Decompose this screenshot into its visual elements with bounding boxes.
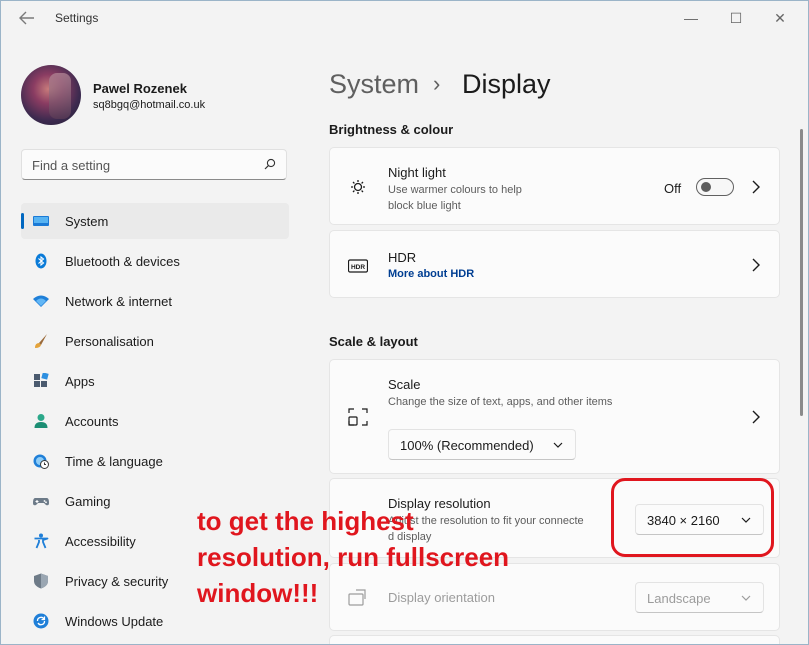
hdr-card[interactable]: HDR HDR More about HDR bbox=[329, 230, 780, 298]
update-icon bbox=[33, 613, 49, 629]
scale-desc: Change the size of text, apps, and other… bbox=[388, 396, 613, 408]
settings-window: Settings — ☐ ✕ Pawel Rozenek sq8bgq@hotm… bbox=[0, 0, 809, 645]
chevron-right-icon[interactable] bbox=[751, 410, 761, 424]
annotation-line-2: resolution, run fullscreen bbox=[197, 542, 510, 572]
minimize-button[interactable]: — bbox=[681, 9, 701, 27]
hdr-icon: HDR bbox=[348, 259, 368, 273]
night-light-toggle[interactable] bbox=[696, 178, 734, 196]
page-title: Display bbox=[462, 69, 551, 99]
scale-dropdown-value: 100% (Recommended) bbox=[400, 438, 534, 453]
sidebar-item-label: Accounts bbox=[65, 414, 119, 429]
back-arrow-icon[interactable] bbox=[19, 11, 39, 27]
orientation-dropdown: Landscape bbox=[635, 582, 764, 613]
night-light-card[interactable]: Night light Use warmer colours to help b… bbox=[329, 147, 780, 225]
more-about-hdr-link[interactable]: More about HDR bbox=[388, 268, 474, 280]
annotation-text: to get the highest resolution, run fulls… bbox=[197, 503, 557, 611]
scale-dropdown[interactable]: 100% (Recommended) bbox=[388, 429, 576, 460]
night-light-desc-line1: Use warmer colours to help bbox=[388, 184, 522, 196]
sidebar-item-label: Apps bbox=[65, 374, 95, 389]
apps-icon bbox=[34, 373, 49, 387]
night-light-desc-line2: block blue light bbox=[388, 200, 461, 212]
section-title-scale-layout: Scale & layout bbox=[329, 334, 418, 349]
chevron-down-icon bbox=[553, 442, 563, 448]
chevron-right-icon[interactable] bbox=[751, 180, 761, 194]
search-input[interactable] bbox=[32, 156, 252, 174]
user-name: Pawel Rozenek bbox=[93, 81, 187, 96]
brush-icon bbox=[35, 334, 47, 348]
app-title: Settings bbox=[55, 11, 99, 25]
sidebar-item-accounts[interactable]: Accounts bbox=[21, 403, 289, 439]
sidebar-item-label: System bbox=[65, 214, 109, 229]
avatar[interactable] bbox=[21, 65, 81, 125]
shield-icon bbox=[34, 573, 48, 589]
sidebar-item-system[interactable]: System bbox=[21, 203, 289, 239]
scale-card[interactable]: Scale Change the size of text, apps, and… bbox=[329, 359, 780, 474]
night-light-title: Night light bbox=[388, 165, 446, 180]
accessibility-icon bbox=[34, 533, 49, 549]
annotation-circle bbox=[611, 478, 774, 557]
search-icon[interactable] bbox=[264, 158, 276, 170]
annotation-line-1: to get the highest bbox=[197, 506, 414, 536]
sidebar-item-label: Personalisation bbox=[65, 334, 154, 349]
globe-clock-icon bbox=[33, 454, 49, 469]
toggle-knob bbox=[701, 182, 711, 192]
scrollbar[interactable] bbox=[800, 129, 803, 416]
sidebar-item-label: Bluetooth & devices bbox=[65, 254, 180, 269]
chevron-right-icon[interactable] bbox=[751, 258, 761, 272]
close-button[interactable]: ✕ bbox=[770, 9, 790, 27]
sidebar-item-time-language[interactable]: Time & language bbox=[21, 443, 289, 479]
wifi-icon bbox=[33, 295, 49, 307]
gamepad-icon bbox=[33, 498, 49, 506]
maximize-button[interactable]: ☐ bbox=[726, 9, 746, 27]
sidebar-item-apps[interactable]: Apps bbox=[21, 363, 289, 399]
orientation-dropdown-value: Landscape bbox=[647, 591, 711, 606]
night-light-state-label: Off bbox=[664, 181, 682, 196]
sidebar-item-label: Time & language bbox=[65, 454, 163, 469]
bluetooth-icon bbox=[35, 253, 47, 269]
svg-text:HDR: HDR bbox=[351, 264, 365, 271]
monitor-icon bbox=[33, 216, 49, 226]
person-icon bbox=[34, 414, 48, 428]
breadcrumb-parent[interactable]: System bbox=[329, 69, 419, 100]
breadcrumb-separator: › bbox=[433, 71, 441, 96]
sidebar-item-label: Gaming bbox=[65, 494, 111, 509]
annotation-line-3: window!!! bbox=[197, 578, 319, 608]
sidebar-item-network[interactable]: Network & internet bbox=[21, 283, 289, 319]
section-title-brightness: Brightness & colour bbox=[329, 122, 454, 137]
sidebar-item-label: Network & internet bbox=[65, 294, 172, 309]
brightness-icon bbox=[351, 180, 365, 194]
hdr-title: HDR bbox=[388, 250, 417, 265]
sidebar-item-label: Windows Update bbox=[65, 614, 164, 629]
sidebar-item-bluetooth[interactable]: Bluetooth & devices bbox=[21, 243, 289, 279]
sidebar-item-personalisation[interactable]: Personalisation bbox=[21, 323, 289, 359]
sidebar-item-label: Privacy & security bbox=[65, 574, 169, 589]
next-setting-card[interactable] bbox=[329, 635, 780, 644]
title-bar: Settings — ☐ ✕ bbox=[1, 1, 808, 35]
search-box[interactable] bbox=[21, 149, 287, 180]
scale-icon bbox=[348, 408, 368, 426]
user-email: sq8bgq@hotmail.co.uk bbox=[93, 99, 206, 111]
sidebar-item-label: Accessibility bbox=[65, 534, 136, 549]
scale-title: Scale bbox=[388, 377, 421, 392]
chevron-down-icon bbox=[741, 595, 751, 601]
